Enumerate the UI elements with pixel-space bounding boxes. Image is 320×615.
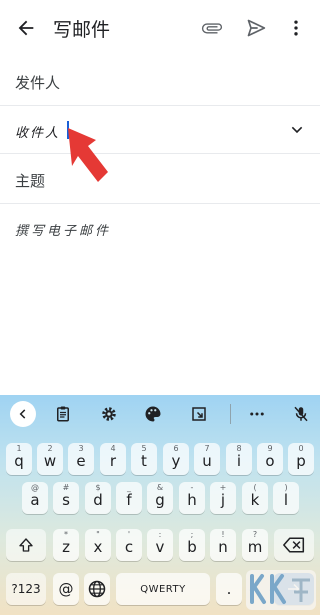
key-q[interactable]: 1q (6, 443, 32, 475)
key-t[interactable]: 5t (131, 443, 157, 475)
more-options-button[interactable] (282, 14, 310, 42)
kk-logo-watermark (246, 570, 316, 610)
key-k[interactable]: (k (242, 482, 268, 514)
voice-input-button[interactable] (288, 401, 314, 427)
shift-icon (19, 538, 33, 552)
key-w[interactable]: 2w (37, 443, 63, 475)
body-input[interactable]: 撰写电子邮件 (15, 220, 111, 239)
resize-icon (192, 407, 206, 421)
space-key[interactable]: QWERTY (116, 573, 210, 605)
settings-button[interactable] (96, 401, 122, 427)
key-i[interactable]: 8i (226, 443, 252, 475)
keyboard-collapse-button[interactable] (10, 401, 36, 427)
backspace-icon (283, 537, 305, 553)
gear-icon (102, 407, 116, 421)
send-icon (247, 19, 266, 37)
key-e[interactable]: 3e (68, 443, 94, 475)
key-g[interactable]: & g (147, 482, 173, 514)
send-button[interactable] (242, 14, 270, 42)
shift-key[interactable] (6, 529, 46, 561)
subject-input[interactable]: 主题 (15, 170, 45, 191)
key-period[interactable]: . (216, 573, 242, 605)
key-v[interactable]: :v (147, 529, 173, 561)
more-tools-button[interactable] (244, 401, 270, 427)
symbols-key[interactable]: ?123 (6, 573, 46, 605)
key-c[interactable]: ' c (116, 529, 142, 561)
key-j[interactable]: + j (210, 482, 236, 514)
keyboard-toolbar (0, 395, 320, 432)
theme-button[interactable] (140, 401, 166, 427)
clipboard-button[interactable] (50, 401, 76, 427)
to-label: 收件人 (15, 126, 61, 141)
key-n[interactable]: ! n (210, 529, 236, 561)
resize-button[interactable] (186, 401, 212, 427)
backspace-key[interactable] (274, 529, 314, 561)
palette-icon (145, 406, 161, 422)
key-h[interactable]: -h (179, 482, 205, 514)
subject-field[interactable]: 主题 (0, 154, 320, 204)
key-d[interactable]: $ d (85, 482, 111, 514)
key-a[interactable]: @ a (22, 482, 48, 514)
more-vert-icon (294, 20, 298, 36)
key-at[interactable]: @ (53, 573, 79, 605)
globe-icon (88, 580, 106, 598)
key-x[interactable]: " x (85, 529, 111, 561)
key-l[interactable]: ) l (273, 482, 299, 514)
app-bar: 写邮件 (0, 0, 320, 56)
to-field[interactable]: 收件人 (0, 106, 320, 154)
key-m[interactable]: ? m (242, 529, 268, 561)
key-r[interactable]: 4r (100, 443, 126, 475)
key-p[interactable]: 0p (288, 443, 314, 475)
key-f[interactable]: _ f (116, 482, 142, 514)
more-horiz-icon (250, 412, 264, 416)
arrow-left-icon (18, 20, 34, 36)
back-button[interactable] (12, 14, 40, 42)
mic-off-icon (294, 406, 308, 422)
attach-button[interactable] (198, 14, 226, 42)
chevron-left-icon (19, 409, 26, 419)
chevron-down-icon[interactable] (289, 122, 305, 138)
page-title: 写邮件 (53, 19, 111, 41)
paperclip-icon (201, 23, 223, 34)
key-y[interactable]: 6y (163, 443, 189, 475)
from-label: 发件人 (15, 74, 61, 92)
key-z[interactable]: * z (53, 529, 79, 561)
clipboard-icon (57, 406, 69, 422)
key-o[interactable]: 9o (257, 443, 283, 475)
key-s[interactable]: # s (53, 482, 79, 514)
key-b[interactable]: ; b (179, 529, 205, 561)
toolbar-divider (230, 404, 231, 424)
pointer-arrow-icon (68, 128, 108, 182)
language-key[interactable] (84, 573, 110, 605)
from-field[interactable]: 发件人 (0, 56, 320, 106)
key-u[interactable]: 7u (194, 443, 220, 475)
